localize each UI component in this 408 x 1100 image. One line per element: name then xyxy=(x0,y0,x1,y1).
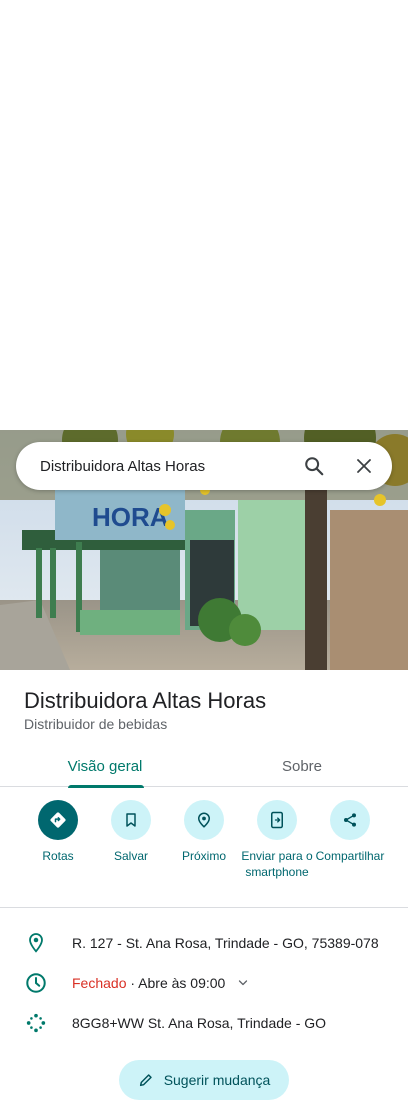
address-row[interactable]: R. 127 - St. Ana Rosa, Trindade - GO, 75… xyxy=(0,923,408,963)
pencil-icon xyxy=(138,1072,154,1088)
share-label: Compartilhar xyxy=(315,849,385,863)
tab-about-label: Sobre xyxy=(281,758,323,775)
search-query[interactable]: Distribuidora Altas Horas xyxy=(40,458,302,475)
place-name: Distribuidora Altas Horas xyxy=(24,688,267,713)
place-category: Distribuidor de bebidas xyxy=(24,716,168,732)
place-panel: Distribuidora Altas Horas Distribuidor d… xyxy=(0,670,408,1100)
hours-detail: · Abre às 09:00 xyxy=(130,975,226,991)
chevron-down-icon[interactable] xyxy=(237,977,249,989)
location-pin-icon xyxy=(24,931,48,955)
send-to-phone-button[interactable]: Enviar para o smartphone xyxy=(237,800,317,880)
share-button[interactable]: Compartilhar xyxy=(310,800,390,864)
save-label: Salvar xyxy=(113,849,148,863)
directions-icon xyxy=(38,800,78,840)
tab-active-indicator xyxy=(68,785,144,788)
share-icon xyxy=(330,800,370,840)
send-to-phone-label: Enviar para o smartphone xyxy=(241,849,313,879)
action-row: Rotas Salvar Próximo Enviar para o smart… xyxy=(0,800,408,908)
directions-label: Rotas xyxy=(42,849,74,863)
plus-code-row[interactable]: 8GG8+WW St. Ana Rosa, Trindade - GO xyxy=(0,1003,408,1043)
tab-about[interactable]: Sobre xyxy=(210,746,394,787)
suggest-edit-label: Sugerir mudança xyxy=(163,1072,271,1088)
nearby-button[interactable]: Próximo xyxy=(164,800,244,864)
hours-status: Fechado xyxy=(72,975,127,991)
section-divider xyxy=(0,907,408,908)
place-tabs: Visão geral Sobre xyxy=(0,746,408,788)
send-to-phone-icon xyxy=(257,800,297,840)
hours-row[interactable]: Fechado · Abre às 09:00 xyxy=(0,963,408,1003)
nearby-icon xyxy=(184,800,224,840)
bookmark-icon xyxy=(111,800,151,840)
svg-text:HORA: HORA xyxy=(92,502,169,532)
nearby-label: Próximo xyxy=(181,849,226,863)
close-icon[interactable] xyxy=(352,454,376,478)
clock-icon xyxy=(24,971,48,995)
search-bar[interactable]: Distribuidora Altas Horas xyxy=(16,442,392,490)
suggest-edit-button[interactable]: Sugerir mudança xyxy=(119,1060,289,1100)
address-text: R. 127 - St. Ana Rosa, Trindade - GO, 75… xyxy=(72,935,379,951)
save-button[interactable]: Salvar xyxy=(91,800,171,864)
map-area[interactable] xyxy=(0,0,408,430)
plus-code-text: 8GG8+WW St. Ana Rosa, Trindade - GO xyxy=(72,1015,327,1031)
hours-text: Fechado · Abre às 09:00 xyxy=(72,975,225,991)
tab-overview-label: Visão geral xyxy=(67,758,143,775)
directions-button[interactable]: Rotas xyxy=(18,800,98,864)
plus-code-icon xyxy=(24,1011,48,1035)
tab-overview[interactable]: Visão geral xyxy=(0,746,210,788)
search-icon[interactable] xyxy=(302,454,326,478)
